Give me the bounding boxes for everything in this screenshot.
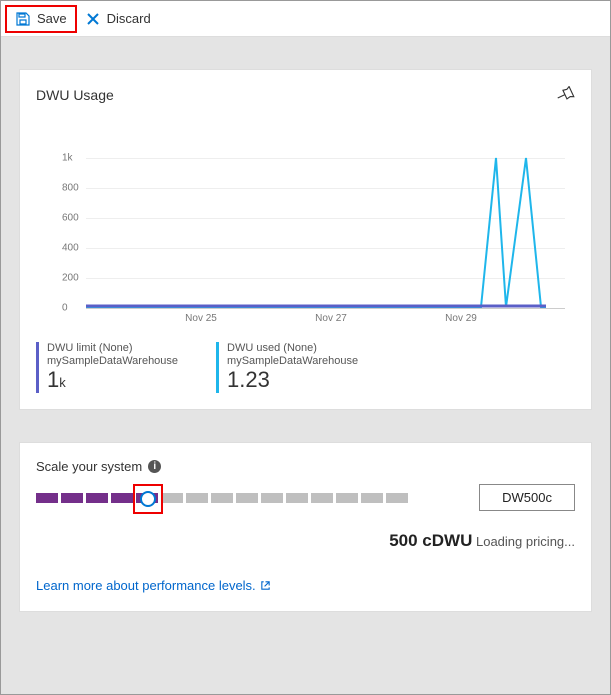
command-bar: Save Discard — [1, 1, 610, 37]
slider-segment — [211, 493, 233, 503]
scale-title: Scale your system — [36, 459, 142, 474]
slider-handle-highlight — [133, 484, 163, 514]
ytick: 0 — [62, 303, 68, 314]
ytick: 400 — [62, 243, 79, 254]
slider-segment — [311, 493, 333, 503]
pin-icon[interactable] — [557, 86, 575, 104]
slider-segment — [36, 493, 58, 503]
legend-item: DWU used (None) mySampleDataWarehouse 1.… — [216, 342, 358, 393]
save-button[interactable]: Save — [5, 5, 77, 33]
ytick: 600 — [62, 213, 79, 224]
tier-display: DW500c — [479, 484, 575, 511]
slider-segment — [336, 493, 358, 503]
slider-segment — [361, 493, 383, 503]
save-label: Save — [37, 11, 67, 26]
slider-segment — [286, 493, 308, 503]
dwu-usage-card: DWU Usage 0 200 400 600 800 1k Nov 25 No… — [19, 69, 592, 410]
legend-suffix: k — [59, 375, 66, 390]
info-icon[interactable]: i — [148, 460, 161, 473]
pricing-row: 500 cDWU Loading pricing... — [36, 531, 575, 551]
panel-content[interactable]: DWU Usage 0 200 400 600 800 1k Nov 25 No… — [1, 37, 610, 693]
dwu-chart: 0 200 400 600 800 1k Nov 25 Nov 27 Nov 2… — [36, 128, 575, 328]
chart-plot — [86, 128, 546, 308]
chart-legend: DWU limit (None) mySampleDataWarehouse 1… — [36, 336, 575, 393]
cdwu-value: 500 — [389, 531, 417, 550]
slider-handle[interactable] — [140, 491, 156, 507]
learn-more-link[interactable]: Learn more about performance levels. — [36, 578, 271, 593]
save-icon — [15, 11, 31, 27]
slider-segment — [111, 493, 133, 503]
xtick: Nov 29 — [445, 313, 477, 324]
slider-segment — [186, 493, 208, 503]
slider-segment — [61, 493, 83, 503]
close-icon — [85, 11, 101, 27]
slider-segment — [386, 493, 408, 503]
slider-segment — [86, 493, 108, 503]
discard-button[interactable]: Discard — [77, 7, 159, 31]
slider-segment — [236, 493, 258, 503]
ytick: 800 — [62, 183, 79, 194]
slider-segment — [161, 493, 183, 503]
legend-value: 1.23 — [227, 367, 270, 392]
scale-card: Scale your system i DW500c 500 cDWU Load… — [19, 442, 592, 612]
legend-item: DWU limit (None) mySampleDataWarehouse 1… — [36, 342, 178, 393]
legend-label: DWU used (None) — [227, 342, 358, 355]
legend-label: DWU limit (None) — [47, 342, 178, 355]
external-link-icon — [260, 580, 271, 591]
discard-label: Discard — [107, 11, 151, 26]
legend-value: 1 — [47, 367, 59, 392]
legend-sub: mySampleDataWarehouse — [47, 355, 178, 368]
link-text: Learn more about performance levels. — [36, 578, 256, 593]
pricing-text: Loading pricing... — [476, 534, 575, 549]
xtick: Nov 27 — [315, 313, 347, 324]
xtick: Nov 25 — [185, 313, 217, 324]
ytick: 200 — [62, 273, 79, 284]
scale-slider[interactable] — [36, 485, 416, 509]
slider-segment — [261, 493, 283, 503]
cdwu-unit: cDWU — [422, 531, 472, 550]
ytick: 1k — [62, 153, 73, 164]
chart-title: DWU Usage — [36, 87, 114, 103]
